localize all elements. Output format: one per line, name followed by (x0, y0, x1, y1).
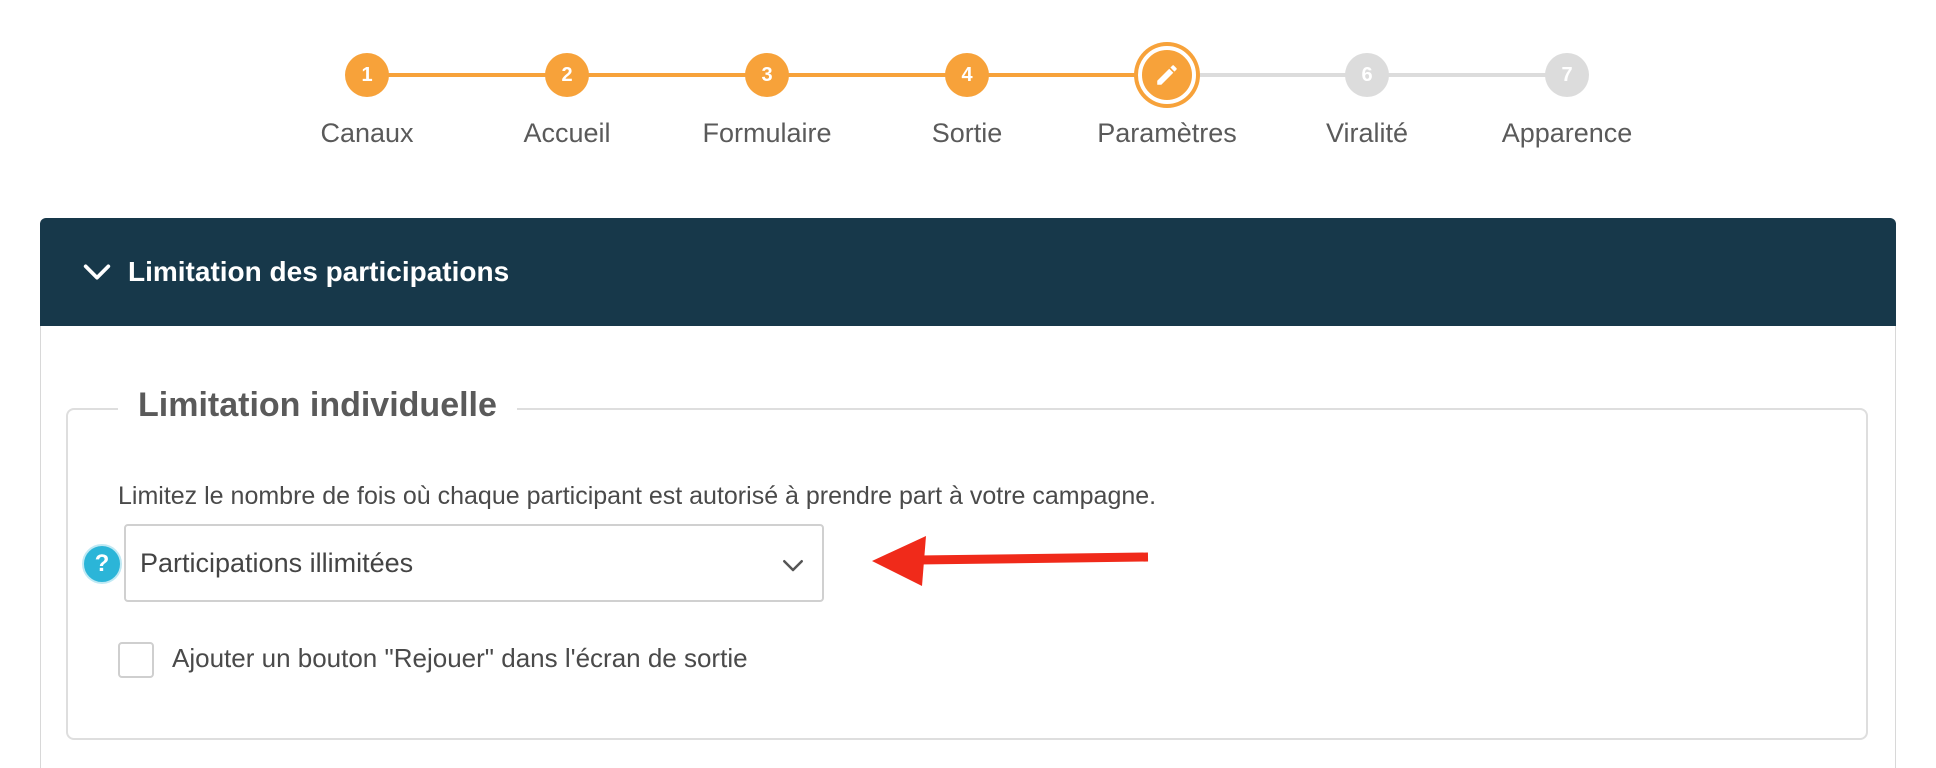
step-number-badge: 2 (545, 53, 589, 97)
step-connector (1167, 73, 1367, 77)
replay-button-checkbox[interactable] (118, 642, 154, 678)
step-number-badge: 6 (1345, 53, 1389, 97)
step-active-badge (1138, 46, 1196, 104)
step-number-badge: 1 (345, 53, 389, 97)
panel-header-limitation[interactable]: Limitation des participations (40, 218, 1896, 326)
step-label: Sortie (931, 118, 1003, 148)
step-connector (567, 73, 767, 77)
step-connector (967, 73, 1167, 77)
pencil-icon (1157, 65, 1177, 85)
limit-description: Limitez le nombre de fois où chaque part… (118, 482, 1157, 510)
participation-limit-select[interactable]: Participations illimitées (124, 524, 824, 602)
panel-title: Limitation des participations (128, 256, 510, 287)
step-number-badge: 7 (1545, 53, 1589, 97)
fieldset-legend: Limitation individuelle (118, 386, 517, 425)
help-icon[interactable]: ? (82, 544, 122, 584)
chevron-down-icon (783, 560, 803, 572)
step-label: Paramètres (1097, 118, 1237, 148)
select-value: Participations illimitées (140, 547, 414, 578)
step-connector (1367, 73, 1567, 77)
step-label: Accueil (523, 118, 611, 148)
step-connector (367, 73, 567, 77)
step-label: Canaux (320, 118, 414, 148)
step-number-badge: 4 (945, 53, 989, 97)
step-label: Apparence (1501, 118, 1633, 148)
step-label: Formulaire (702, 118, 832, 148)
step-number-badge: 3 (745, 53, 789, 97)
annotation-arrow-icon (872, 536, 1149, 586)
step-label: Viralité (1325, 118, 1409, 148)
checkbox-label: Ajouter un bouton "Rejouer" dans l'écran… (172, 643, 748, 673)
step-connector (767, 73, 967, 77)
chevron-down-icon (83, 264, 111, 280)
progress-stepper: 1 Canaux 2 Accueil 3 Formulaire 4 Sortie… (0, 0, 1936, 170)
